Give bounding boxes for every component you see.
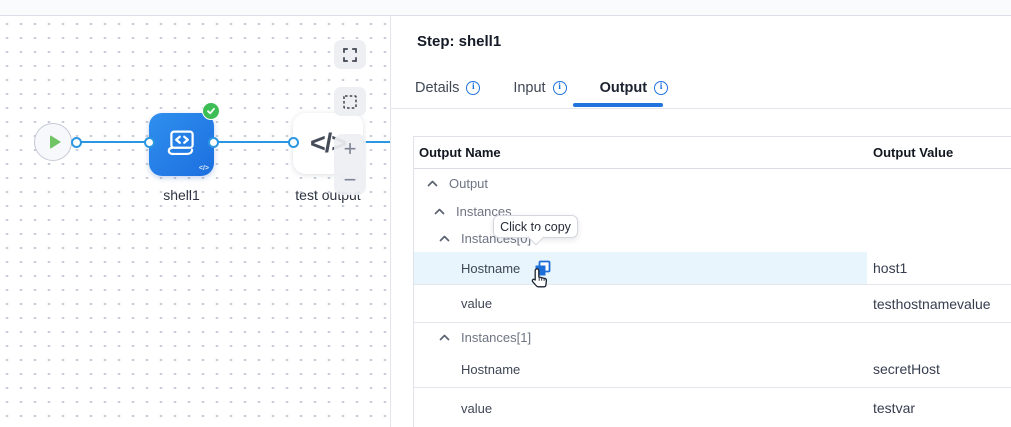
table-row-value-0[interactable]: value testhostnamevalue [414, 285, 1011, 323]
table-row-hostname-1[interactable]: Hostname secretHost [414, 351, 1011, 388]
chevron-up-icon[interactable] [439, 235, 450, 242]
tab-details-label: Details [415, 80, 459, 96]
tree-group-label: Instances[1] [461, 330, 531, 345]
fullscreen-button[interactable] [334, 40, 366, 69]
chevron-up-icon[interactable] [439, 334, 450, 341]
shell-script-icon [163, 126, 201, 164]
tab-input-label: Input [513, 80, 545, 96]
output-value: testvar [867, 400, 1011, 416]
tab-output-label: Output [600, 80, 648, 96]
port-test-output-in[interactable] [288, 137, 299, 148]
tabs-divider [391, 108, 1011, 109]
output-name-label: Hostname [461, 362, 520, 377]
column-header-output-value: Output Value [867, 145, 1011, 160]
marquee-select-icon [342, 94, 358, 110]
select-area-button[interactable] [334, 87, 366, 116]
chevron-up-icon[interactable] [434, 208, 445, 215]
tree-group-label: Output [449, 176, 488, 191]
output-name-label: Hostname [461, 261, 520, 276]
port-shell1-in[interactable] [144, 137, 155, 148]
start-node[interactable] [34, 123, 72, 161]
output-value: testhostnamevalue [867, 296, 1011, 312]
top-strip [0, 0, 1011, 16]
play-icon [50, 135, 61, 149]
node-shell1[interactable]: </> [149, 113, 214, 176]
node-label-shell1: shell1 [149, 187, 214, 203]
table-row-group-instances-1[interactable]: Instances[1] [414, 323, 1011, 351]
port-shell1-out[interactable] [208, 137, 219, 148]
table-row-hostname-0[interactable]: Hostname host1 [414, 252, 1011, 285]
column-header-output-name: Output Name [414, 145, 867, 160]
shell-mini-code-icon: </> [199, 165, 209, 172]
zoom-in-button[interactable]: + [344, 138, 357, 160]
step-details-panel: Step: shell1 Details i Input i Output i … [391, 16, 1011, 427]
info-icon[interactable]: i [466, 81, 480, 95]
mouse-cursor-hand [529, 267, 551, 294]
zoom-controls: + − [334, 134, 366, 195]
chevron-up-icon[interactable] [427, 180, 438, 187]
workflow-canvas[interactable]: </> </> shell1 test output [0, 17, 390, 427]
output-name-label: value [461, 296, 492, 311]
table-row-group-output[interactable]: Output [414, 169, 1011, 197]
port-start-out[interactable] [71, 137, 82, 148]
table-row-value-1[interactable]: value testvar [414, 388, 1011, 427]
output-name-label: value [461, 401, 492, 416]
info-icon[interactable]: i [654, 81, 668, 95]
success-badge [202, 102, 220, 120]
copy-tooltip: Click to copy [493, 215, 578, 238]
output-table: Output Name Output Value Output Inst [413, 136, 1011, 427]
zoom-out-button[interactable]: − [344, 169, 357, 191]
table-header: Output Name Output Value [414, 137, 1011, 169]
output-value: secretHost [867, 361, 1011, 377]
output-value: host1 [867, 260, 1011, 276]
workflow-app-window: </> </> shell1 test output [0, 0, 1011, 427]
fullscreen-icon [342, 47, 358, 63]
info-icon[interactable]: i [553, 81, 567, 95]
check-icon [206, 106, 216, 116]
panel-title: Step: shell1 [417, 33, 501, 50]
active-tab-indicator [573, 103, 663, 107]
